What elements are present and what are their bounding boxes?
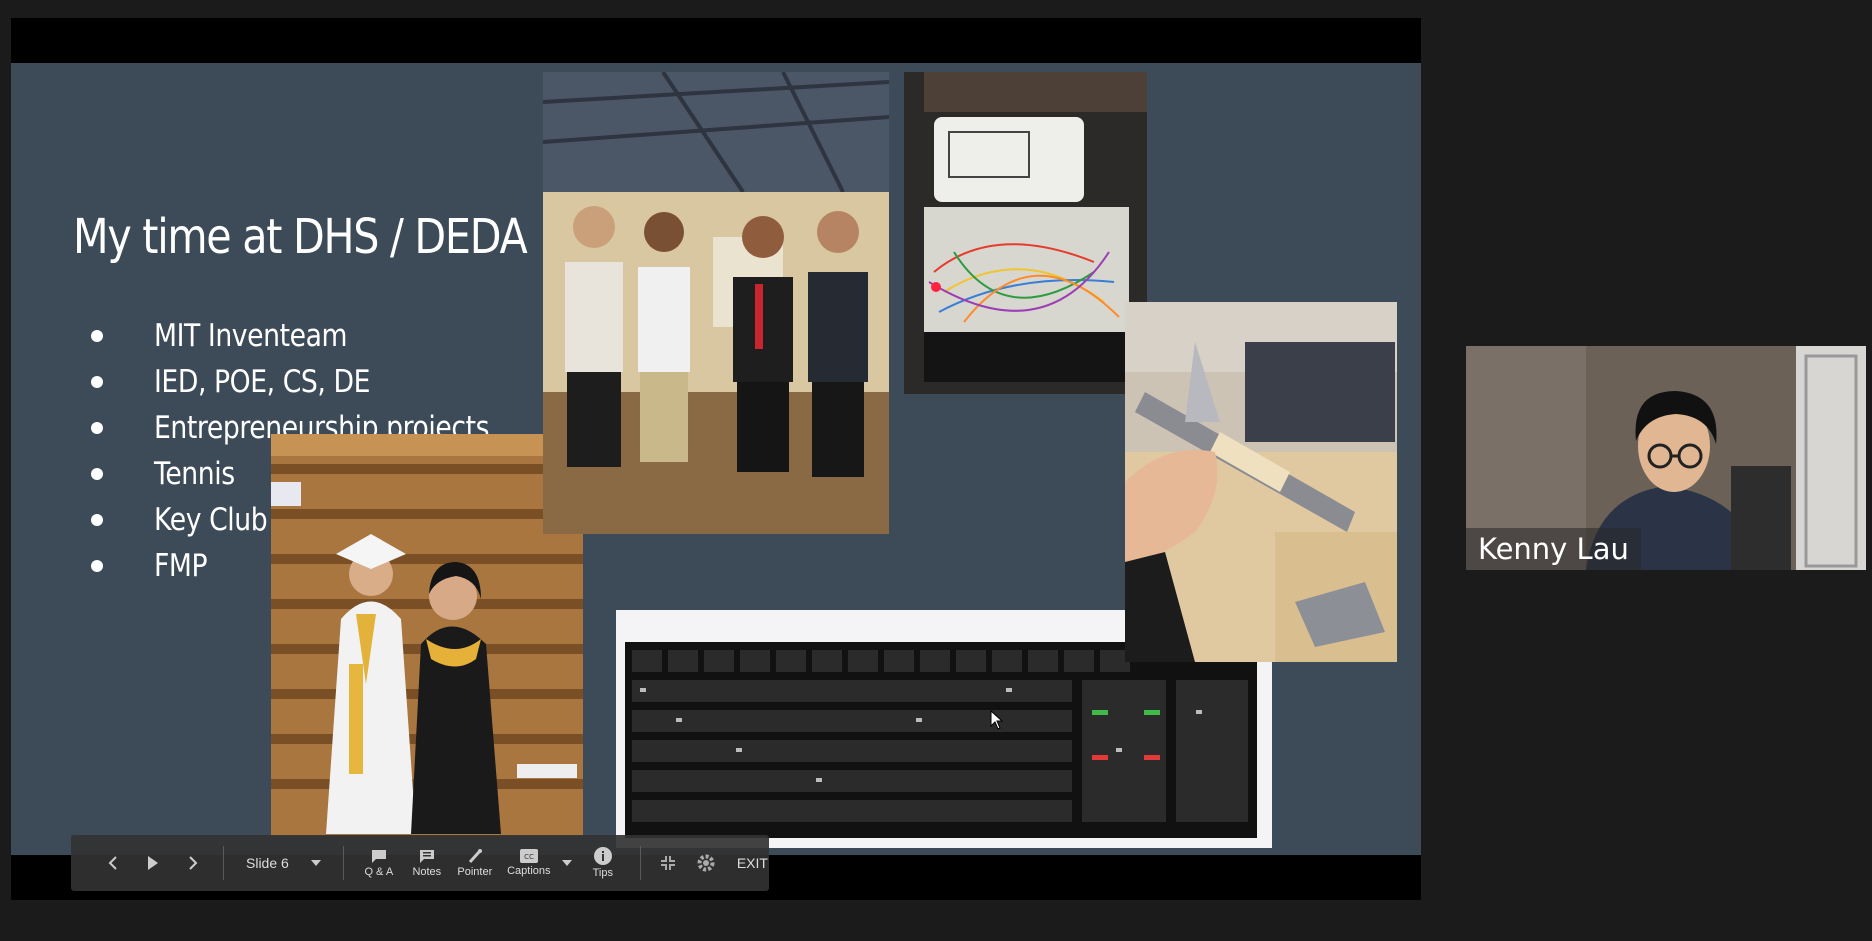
notes-button[interactable]: Notes xyxy=(404,849,450,878)
caret-down-icon xyxy=(561,860,572,866)
caret-down-icon xyxy=(310,860,321,866)
mouse-cursor-icon xyxy=(990,710,1003,730)
bullet-dot-icon xyxy=(91,330,103,342)
pointer-button[interactable]: Pointer xyxy=(450,848,500,878)
closed-captions-icon: CC xyxy=(519,849,538,863)
exit-button[interactable]: EXIT xyxy=(737,855,768,871)
participant-video-tile[interactable]: Kenny Lau xyxy=(1466,346,1866,570)
screen-share-area: My time at DHS / DEDA MIT Inventeam IED,… xyxy=(11,18,1421,900)
qa-button[interactable]: Q & A xyxy=(354,849,404,878)
settings-button[interactable] xyxy=(685,853,727,873)
bullet-item: IED, POE, CS, DE xyxy=(91,359,544,405)
toolbar-divider xyxy=(639,846,641,880)
exit-fullscreen-button[interactable] xyxy=(651,856,685,870)
next-slide-button[interactable] xyxy=(173,856,213,870)
team-photo xyxy=(543,72,889,534)
presentation-slide: My time at DHS / DEDA MIT Inventeam IED,… xyxy=(11,63,1421,855)
captions-options-button[interactable] xyxy=(558,860,576,866)
graduation-photo xyxy=(271,434,583,836)
captions-button[interactable]: CC Captions xyxy=(500,849,558,877)
presentation-toolbar: Slide 6 Q & A Notes Pointer CC Captions … xyxy=(71,835,769,891)
bullet-item: MIT Inventeam xyxy=(91,313,544,359)
chevron-left-icon xyxy=(108,856,117,870)
slide-selector[interactable]: Slide 6 xyxy=(234,855,333,871)
play-icon xyxy=(148,856,158,870)
previous-slide-button[interactable] xyxy=(93,856,133,870)
participant-name: Kenny Lau xyxy=(1478,532,1629,566)
slide-title: My time at DHS / DEDA xyxy=(73,209,528,265)
svg-text:CC: CC xyxy=(524,853,534,861)
info-icon xyxy=(593,847,612,865)
toolbar-divider xyxy=(342,846,344,880)
chat-bubble-icon xyxy=(371,849,386,863)
bullet-dot-icon xyxy=(91,376,103,388)
slide-number-label: Slide 6 xyxy=(246,855,289,871)
tips-button[interactable]: Tips xyxy=(576,847,630,879)
bullet-dot-icon xyxy=(91,514,103,526)
play-button[interactable] xyxy=(133,855,173,871)
model-photo xyxy=(1125,302,1397,662)
toolbar-divider xyxy=(223,846,224,880)
exit-fullscreen-icon xyxy=(660,856,675,870)
circuit-board-photo xyxy=(904,72,1147,394)
chevron-right-icon xyxy=(189,856,198,870)
bullet-dot-icon xyxy=(91,468,103,480)
notes-icon xyxy=(419,849,434,863)
participant-name-tag: Kenny Lau xyxy=(1466,528,1641,570)
gear-icon xyxy=(697,854,715,872)
laser-pointer-icon xyxy=(468,848,482,863)
bullet-dot-icon xyxy=(91,560,103,572)
bullet-dot-icon xyxy=(91,422,103,434)
